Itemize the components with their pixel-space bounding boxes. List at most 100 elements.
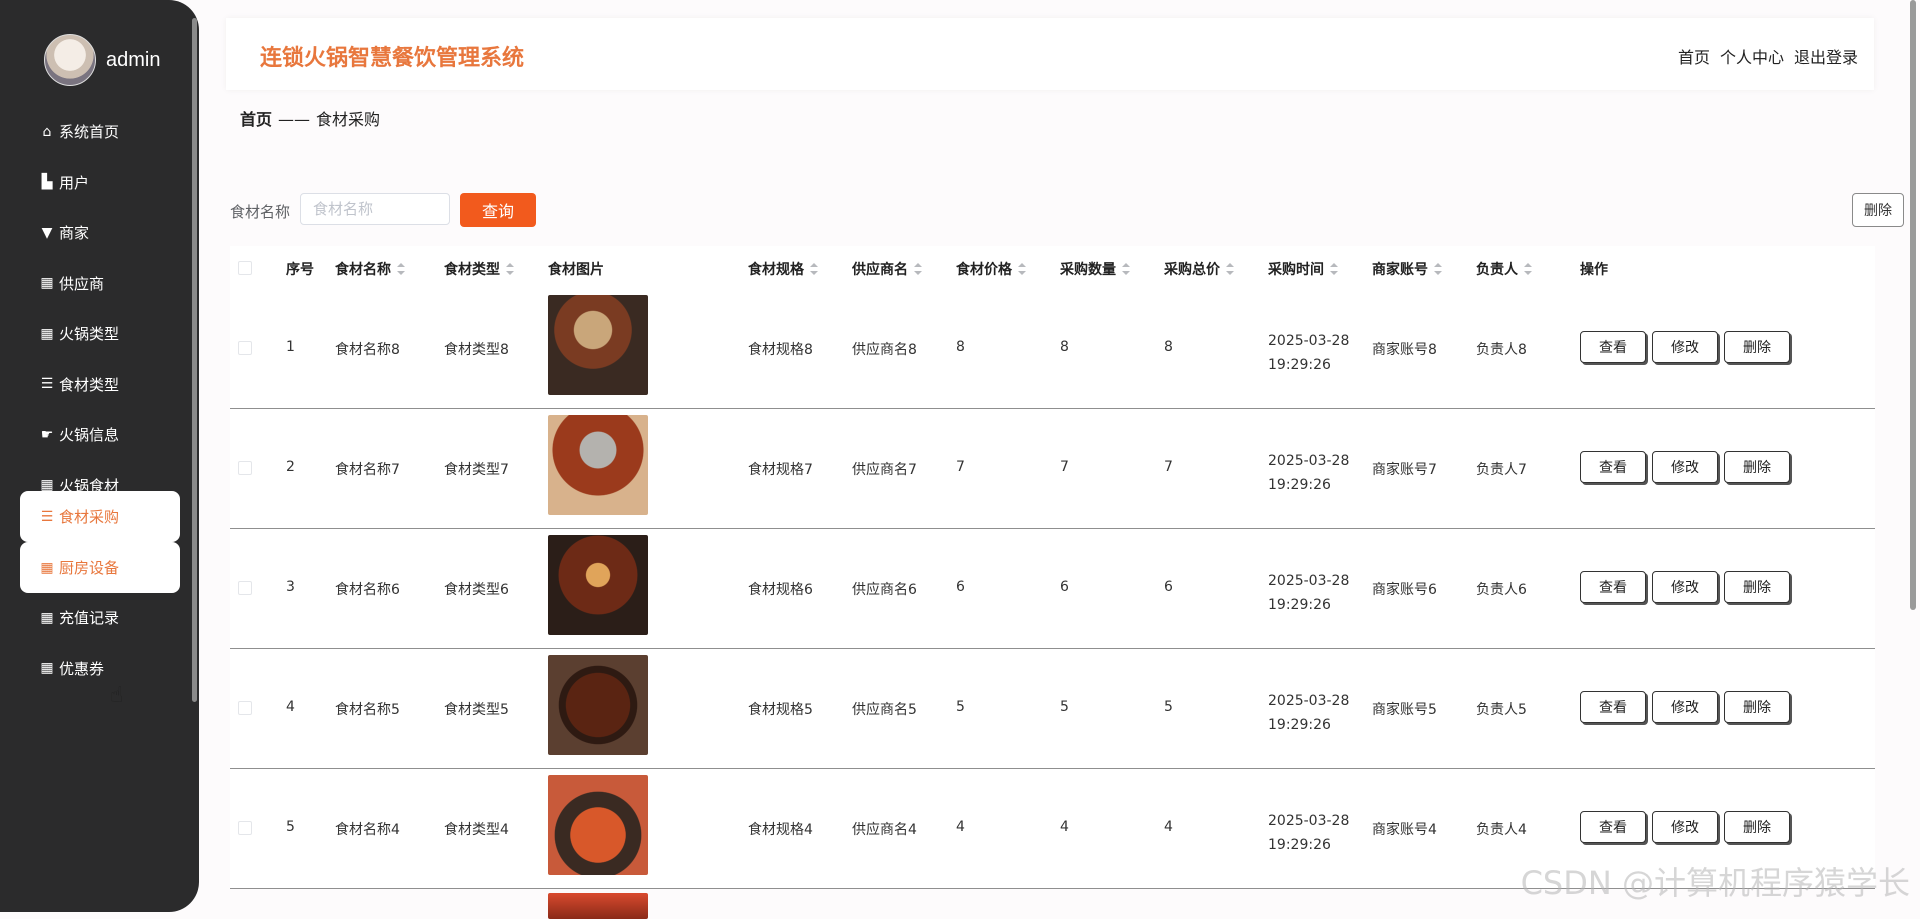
delete-button[interactable]: 删除: [1724, 331, 1790, 363]
sort-icon[interactable]: [397, 263, 405, 275]
page-scrollbar[interactable]: [1910, 0, 1916, 610]
cell-supplier: 供应商名4: [852, 822, 917, 838]
view-button[interactable]: 查看: [1580, 331, 1646, 363]
cell-spec: 食材规格8: [748, 342, 813, 358]
nav-home-link[interactable]: 首页: [1678, 44, 1710, 68]
cell-name: 食材名称6: [335, 582, 400, 598]
header-time[interactable]: 采购时间: [1268, 259, 1338, 279]
search-input[interactable]: [300, 193, 450, 225]
sidebar-item-7[interactable]: ☛ 火锅信息: [20, 409, 180, 460]
sidebar-scrollbar[interactable]: [192, 18, 197, 702]
cell-qty: 6: [1060, 579, 1069, 595]
cell-spec: 食材规格4: [748, 822, 813, 838]
row-checkbox[interactable]: [238, 461, 252, 475]
header-account[interactable]: 商家账号: [1372, 259, 1442, 279]
edit-button[interactable]: 修改: [1652, 691, 1718, 723]
cell-qty: 4: [1060, 819, 1069, 835]
query-button[interactable]: 查询: [460, 193, 536, 227]
header-supplier[interactable]: 供应商名: [852, 259, 922, 279]
row-checkbox[interactable]: [238, 821, 252, 835]
cell-type: 食材类型8: [444, 342, 509, 358]
cell-supplier: 供应商名6: [852, 582, 917, 598]
breadcrumb-home[interactable]: 首页: [240, 110, 272, 129]
cell-total: 4: [1164, 819, 1173, 835]
sidebar-item-label: 优惠券: [59, 659, 105, 678]
cell-account: 商家账号4: [1372, 822, 1437, 838]
nav-profile-link[interactable]: 个人中心: [1720, 44, 1784, 68]
batch-delete-button[interactable]: 删除: [1852, 193, 1904, 227]
cell-supplier: 供应商名8: [852, 342, 917, 358]
edit-button[interactable]: 修改: [1652, 811, 1718, 843]
cell-name: 食材名称5: [335, 702, 400, 718]
edit-button[interactable]: 修改: [1652, 451, 1718, 483]
sidebar-item-9[interactable]: ☰ 食材采购: [20, 491, 180, 542]
cell-spec: 食材规格5: [748, 702, 813, 718]
sidebar-item-label: 火锅信息: [59, 426, 120, 444]
table-header: 序号 食材名称 食材类型 食材图片 食材规格 供应商名 食材价格 采购数量 采购…: [230, 246, 1875, 289]
top-header: 连锁火锅智慧餐饮管理系统 首页 个人中心 退出登录: [226, 18, 1874, 90]
select-all-checkbox[interactable]: [238, 261, 252, 275]
sort-icon[interactable]: [810, 263, 818, 275]
sidebar-item-label: 食材类型: [59, 375, 120, 394]
cell-qty: 5: [1060, 699, 1069, 715]
header-total[interactable]: 采购总价: [1164, 259, 1234, 279]
view-button[interactable]: 查看: [1580, 451, 1646, 483]
sidebar-item-2[interactable]: ▙ 用户: [20, 157, 180, 208]
sidebar-item-6[interactable]: ☰ 食材类型: [20, 359, 180, 410]
sort-icon[interactable]: [1330, 263, 1338, 275]
sort-icon[interactable]: [1524, 263, 1532, 275]
sort-icon[interactable]: [1226, 263, 1234, 275]
row-checkbox[interactable]: [238, 581, 252, 595]
header-name[interactable]: 食材名称: [335, 259, 405, 279]
cell-index: 3: [286, 579, 295, 595]
nav-logout-link[interactable]: 退出登录: [1794, 44, 1858, 68]
cell-price: 7: [956, 459, 965, 475]
cell-price: 4: [956, 819, 965, 835]
header-owner[interactable]: 负责人: [1476, 259, 1532, 279]
sidebar-item-11[interactable]: ▦ 充值记录: [20, 592, 180, 643]
sidebar-item-10[interactable]: ▦ 厨房设备: [20, 542, 180, 593]
view-button[interactable]: 查看: [1580, 811, 1646, 843]
sidebar-item-1[interactable]: ⌂ 系统首页: [20, 106, 180, 157]
sidebar-item-5[interactable]: ▦ 火锅类型: [20, 308, 180, 359]
sort-icon[interactable]: [1122, 263, 1130, 275]
grid-icon: ▦: [40, 275, 54, 291]
sidebar-item-4[interactable]: ▦ 供应商: [20, 258, 180, 309]
delete-button[interactable]: 删除: [1724, 451, 1790, 483]
cell-time: 2025-03-28 19:29:26: [1268, 573, 1350, 613]
app-title: 连锁火锅智慧餐饮管理系统: [260, 46, 525, 71]
cell-time: 2025-03-28 19:29:26: [1268, 693, 1350, 733]
view-button[interactable]: 查看: [1580, 691, 1646, 723]
sidebar-item-label: 食材采购: [59, 508, 120, 526]
grid-icon: ▦: [40, 609, 54, 626]
header-qty[interactable]: 采购数量: [1060, 259, 1130, 279]
header-type[interactable]: 食材类型: [444, 259, 514, 279]
delete-button[interactable]: 删除: [1724, 571, 1790, 603]
cell-time: 2025-03-28 19:29:26: [1268, 333, 1350, 373]
sidebar-item-label: 供应商: [59, 274, 105, 293]
cell-index: 2: [286, 459, 295, 475]
sidebar-item-3[interactable]: ▼ 商家: [20, 207, 180, 258]
row-checkbox[interactable]: [238, 341, 252, 355]
sort-icon[interactable]: [914, 263, 922, 275]
grid-icon: ▦: [40, 325, 54, 342]
header-price[interactable]: 食材价格: [956, 259, 1026, 279]
delete-button[interactable]: 删除: [1724, 691, 1790, 723]
row-checkbox[interactable]: [238, 701, 252, 715]
sidebar-item-label: 充值记录: [59, 609, 120, 627]
sort-icon[interactable]: [1434, 263, 1442, 275]
view-button[interactable]: 查看: [1580, 571, 1646, 603]
cell-owner: 负责人4: [1476, 822, 1527, 838]
avatar: [44, 34, 96, 86]
delete-button[interactable]: 删除: [1724, 811, 1790, 843]
edit-button[interactable]: 修改: [1652, 571, 1718, 603]
sort-icon[interactable]: [506, 263, 514, 275]
sort-icon[interactable]: [1018, 263, 1026, 275]
food-image: [548, 535, 648, 635]
header-spec[interactable]: 食材规格: [748, 259, 818, 279]
sidebar-item-12[interactable]: ▦ 优惠券: [20, 643, 180, 694]
edit-button[interactable]: 修改: [1652, 331, 1718, 363]
cell-account: 商家账号5: [1372, 702, 1437, 718]
sidebar-item-label: 用户: [59, 173, 90, 192]
username: admin: [106, 48, 161, 71]
